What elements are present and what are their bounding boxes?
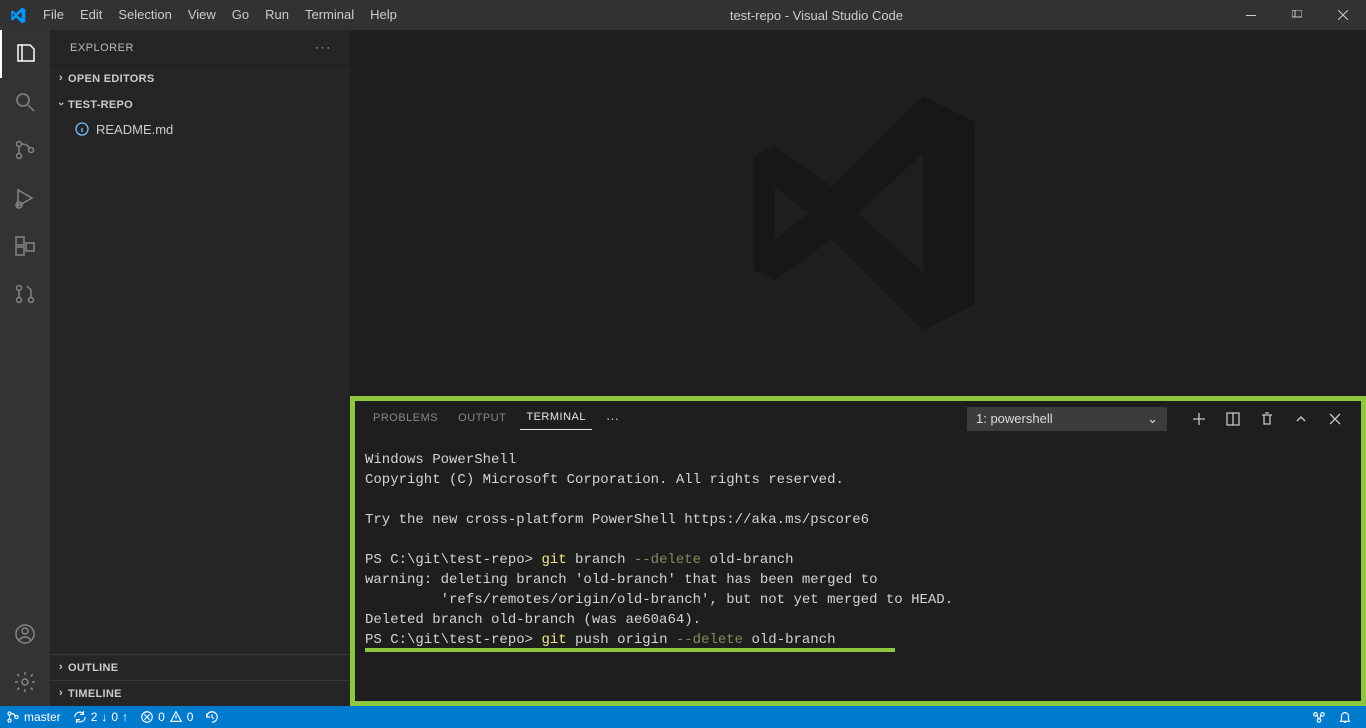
status-branch-label: master [24, 710, 61, 724]
activity-source-control[interactable] [0, 126, 50, 174]
window-title: test-repo - Visual Studio Code [405, 8, 1228, 23]
tab-problems[interactable]: PROBLEMS [367, 408, 444, 430]
minimize-button[interactable] [1228, 0, 1274, 30]
chevron-right-icon: › [54, 687, 68, 699]
menu-terminal[interactable]: Terminal [297, 0, 362, 30]
sidebar-title-label: EXPLORER [70, 42, 134, 54]
status-history[interactable] [199, 706, 225, 728]
chevron-right-icon: › [54, 661, 68, 673]
terminal-output[interactable]: Windows PowerShellCopyright (C) Microsof… [355, 436, 1361, 701]
menu-edit[interactable]: Edit [72, 0, 110, 30]
open-editors-label: OPEN EDITORS [68, 73, 155, 85]
arrow-down-icon: ↓ [101, 710, 107, 724]
timeline-label: TIMELINE [68, 688, 122, 700]
status-bar: master 2↓ 0 ↑ 0 0 [0, 706, 1366, 728]
vscode-watermark-icon [728, 83, 988, 343]
outline-section[interactable]: › OUTLINE [50, 654, 350, 680]
menu-run[interactable]: Run [257, 0, 297, 30]
timeline-section[interactable]: › TIMELINE [50, 680, 350, 706]
status-sync[interactable]: 2↓ 0 ↑ [67, 706, 134, 728]
vscode-app-icon [0, 7, 35, 24]
maximize-button[interactable] [1274, 0, 1320, 30]
kill-terminal-button[interactable] [1259, 411, 1275, 427]
file-readme[interactable]: README.md [50, 118, 350, 140]
sidebar-more-actions[interactable]: ··· [315, 42, 332, 54]
activity-pull-requests[interactable] [0, 270, 50, 318]
editor-split: PROBLEMS OUTPUT TERMINAL ··· 1: powershe… [350, 30, 1366, 706]
editor-empty-area [350, 30, 1366, 396]
outline-label: OUTLINE [68, 662, 118, 674]
panel-tabs: PROBLEMS OUTPUT TERMINAL ··· 1: powershe… [355, 401, 1361, 436]
open-editors-section[interactable]: › OPEN EDITORS [50, 66, 350, 92]
split-terminal-button[interactable] [1225, 411, 1241, 427]
activity-settings[interactable] [0, 658, 50, 706]
panel-more-icon[interactable]: ··· [600, 411, 625, 426]
chevron-down-icon: › [55, 97, 67, 111]
status-notifications[interactable] [1332, 706, 1358, 728]
window-controls [1228, 0, 1366, 30]
new-terminal-button[interactable] [1191, 411, 1207, 427]
file-name: README.md [96, 122, 173, 137]
chevron-down-icon: ⌄ [1147, 411, 1158, 427]
menu-go[interactable]: Go [224, 0, 257, 30]
terminal-selector-label: 1: powershell [976, 411, 1053, 426]
status-errors: 0 [158, 710, 165, 724]
menu-bar: File Edit Selection View Go Run Terminal… [35, 0, 405, 30]
status-feedback[interactable] [1306, 706, 1332, 728]
menu-selection[interactable]: Selection [110, 0, 179, 30]
activity-extensions[interactable] [0, 222, 50, 270]
close-panel-button[interactable] [1327, 411, 1343, 427]
activity-run-debug[interactable] [0, 174, 50, 222]
sidebar-footer: › OUTLINE › TIMELINE [50, 654, 350, 706]
close-button[interactable] [1320, 0, 1366, 30]
titlebar: File Edit Selection View Go Run Terminal… [0, 0, 1366, 30]
terminal-panel: PROBLEMS OUTPUT TERMINAL ··· 1: powershe… [350, 396, 1366, 706]
tab-terminal[interactable]: TERMINAL [520, 407, 592, 430]
maximize-panel-button[interactable] [1293, 411, 1309, 427]
repo-section[interactable]: › TEST-REPO [50, 92, 350, 118]
activity-search[interactable] [0, 78, 50, 126]
status-warnings: 0 [187, 710, 194, 724]
tab-output[interactable]: OUTPUT [452, 408, 512, 430]
terminal-selector[interactable]: 1: powershell ⌄ [967, 407, 1167, 431]
info-icon [74, 121, 90, 137]
menu-help[interactable]: Help [362, 0, 405, 30]
chevron-right-icon: › [54, 72, 68, 84]
activity-explorer[interactable] [0, 30, 50, 78]
status-sync-down: 2 [91, 710, 98, 724]
status-problems[interactable]: 0 0 [134, 706, 199, 728]
explorer-sidebar: EXPLORER ··· › OPEN EDITORS › TEST-REPO … [50, 30, 350, 706]
activity-account[interactable] [0, 610, 50, 658]
menu-view[interactable]: View [180, 0, 224, 30]
status-sync-up: 0 [111, 710, 118, 724]
sidebar-title: EXPLORER ··· [50, 30, 350, 65]
arrow-up-icon: ↑ [122, 710, 128, 724]
menu-file[interactable]: File [35, 0, 72, 30]
activity-bar [0, 30, 50, 706]
status-branch[interactable]: master [0, 706, 67, 728]
repo-label: TEST-REPO [68, 99, 133, 111]
explorer-tree: › OPEN EDITORS › TEST-REPO README.md [50, 65, 350, 654]
main-area: EXPLORER ··· › OPEN EDITORS › TEST-REPO … [0, 30, 1366, 706]
